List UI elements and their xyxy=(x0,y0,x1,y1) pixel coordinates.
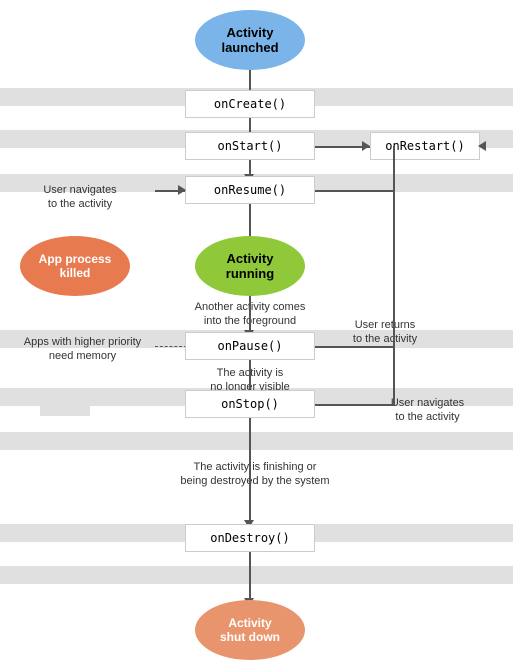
gray-box-left xyxy=(40,388,90,416)
line-onresume-to-running xyxy=(249,204,251,240)
onresume-label: onResume() xyxy=(214,183,286,197)
line-launched-to-oncreate xyxy=(249,70,251,92)
onstop-box: onStop() xyxy=(185,390,315,418)
activity-running-label: Activityrunning xyxy=(226,251,274,281)
user-returns-label: User returnsto the activity xyxy=(315,318,455,347)
finishing-label: The activity is finishing orbeing destro… xyxy=(150,460,360,489)
ondestroy-label: onDestroy() xyxy=(210,531,289,545)
line-priority-to-onpause xyxy=(155,346,187,347)
oncreate-label: onCreate() xyxy=(214,97,286,111)
user-navigates-label-2: User navigatesto the activity xyxy=(355,396,500,425)
line-ondestroy-to-shutdown xyxy=(249,552,251,602)
onstart-box: onStart() xyxy=(185,132,315,160)
arrow-left-onrestart xyxy=(478,141,486,151)
arrow-right-onresume xyxy=(178,185,186,195)
line-onstop-to-ondestroy xyxy=(249,418,251,522)
line-right-onstop xyxy=(315,404,395,406)
arrow-right-onrestart xyxy=(362,141,370,151)
apps-priority-label: Apps with higher priorityneed memory xyxy=(5,335,160,364)
onpause-box: onPause() xyxy=(185,332,315,360)
line-right-onpause xyxy=(315,346,395,348)
band-8 xyxy=(0,566,513,584)
activity-launched-label: Activitylaunched xyxy=(221,25,278,55)
oncreate-box: onCreate() xyxy=(185,90,315,118)
activity-running-node: Activityrunning xyxy=(195,236,305,296)
line-right-top xyxy=(315,190,393,192)
band-6 xyxy=(0,432,513,450)
line-running-to-onpause xyxy=(249,296,251,332)
onrestart-box: onRestart() xyxy=(370,132,480,160)
onstart-label: onStart() xyxy=(217,139,282,153)
app-process-killed-node: App processkilled xyxy=(20,236,130,296)
activity-shut-down-label: Activityshut down xyxy=(220,616,280,644)
lifecycle-diagram: Activitylaunched onCreate() onStart() on… xyxy=(0,0,513,663)
line-right-up-2 xyxy=(393,146,395,404)
onrestart-label: onRestart() xyxy=(385,139,464,153)
onresume-box: onResume() xyxy=(185,176,315,204)
ondestroy-box: onDestroy() xyxy=(185,524,315,552)
line-onpause-to-onstop xyxy=(249,360,251,392)
user-navigates-label: User navigatesto the activity xyxy=(10,183,150,212)
app-process-killed-label: App processkilled xyxy=(39,252,112,280)
activity-launched-node: Activitylaunched xyxy=(195,10,305,70)
activity-shut-down-node: Activityshut down xyxy=(195,600,305,660)
onstop-label: onStop() xyxy=(221,397,279,411)
onpause-label: onPause() xyxy=(217,339,282,353)
